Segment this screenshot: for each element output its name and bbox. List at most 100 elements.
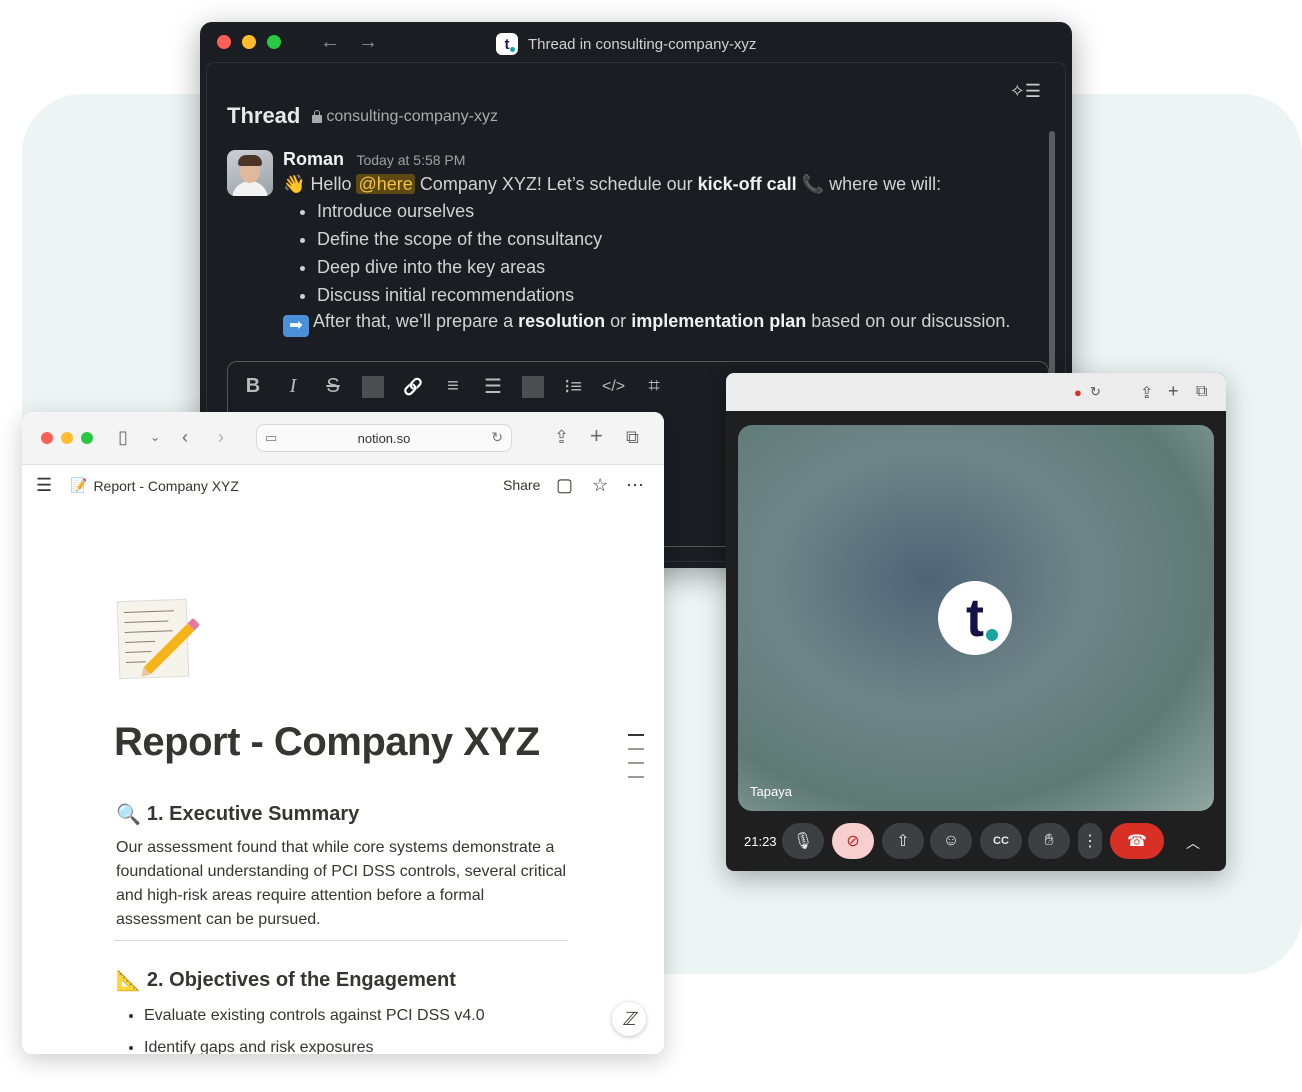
tabs-overview-icon[interactable]: ⧉ (626, 428, 639, 446)
arrow-emoji-icon: ➡ (283, 315, 309, 337)
microphone-button[interactable]: 🎙︎ (782, 823, 824, 859)
bullet-list: Introduce ourselves Define the scope of … (283, 197, 1043, 309)
table-of-contents[interactable] (628, 734, 644, 790)
url-text: notion.so (357, 431, 411, 446)
present-screen-button[interactable]: ⇧ (882, 823, 924, 859)
bold-text: implementation plan (631, 311, 807, 331)
message-line-1: 👋 Hello @here Company XYZ! Let’s schedul… (283, 174, 1043, 195)
message-time[interactable]: Today at 5:58 PM (356, 152, 465, 168)
star-icon[interactable]: ☆ (592, 476, 608, 494)
forward-arrow-icon[interactable]: → (358, 32, 378, 52)
maximize-window-button[interactable] (81, 432, 93, 444)
avatar[interactable] (227, 150, 273, 196)
code-icon[interactable]: </> (602, 378, 625, 396)
ai-assistant-button[interactable]: ℤ (612, 1002, 646, 1036)
back-icon[interactable]: ‹ (182, 428, 188, 446)
message-text: After that, we’ll prepare a (313, 311, 514, 331)
present-screen-icon: ⇧ (896, 833, 910, 850)
minimize-window-button[interactable] (242, 35, 256, 49)
video-call-window: ● ↻ ⇪ + ⧉ t Tapaya 21:23 🎙︎ ⊘ ⇧ ☺ CC ✋︎ … (726, 373, 1226, 871)
triangular-ruler-icon: 📐 (116, 970, 141, 992)
message-text: where we will: (829, 174, 942, 194)
section-heading-text: 1. Executive Summary (146, 803, 360, 825)
more-options-button[interactable]: ⋮ (1078, 823, 1102, 859)
camera-off-button[interactable]: ⊘ (832, 823, 874, 859)
message-text: Company XYZ! Let’s schedule our (419, 174, 693, 194)
thread-header: Thread consulting-company-xyz (227, 103, 498, 129)
comment-icon[interactable]: ▢ (556, 476, 573, 494)
new-tab-icon[interactable]: + (1168, 381, 1179, 402)
toolbar-divider (522, 375, 544, 398)
strikethrough-button[interactable]: S (322, 375, 344, 398)
back-arrow-icon[interactable]: ← (320, 32, 340, 52)
maximize-window-button[interactable] (267, 35, 281, 49)
list-item[interactable]: Evaluate existing controls against PCI D… (144, 1000, 485, 1032)
video-tile[interactable]: t Tapaya (738, 425, 1214, 811)
browser-toolbar: ▯ ⌄ ‹ › ▭ notion.so ↻ ⇪ + ⧉ (22, 412, 664, 465)
memo-icon: 📝 (70, 477, 88, 493)
captions-icon: CC (993, 835, 1009, 847)
reactions-button[interactable]: ☺ (930, 823, 972, 859)
ordered-list-icon[interactable]: ≡ (442, 375, 464, 398)
list-item: Deep dive into the key areas (317, 253, 1043, 281)
address-bar[interactable]: ▭ notion.so ↻ (256, 424, 512, 452)
share-icon[interactable]: ⇪ (554, 428, 569, 446)
chevron-down-icon[interactable]: ⌄ (150, 431, 160, 443)
tabs-overview-icon[interactable]: ⧉ (1196, 383, 1207, 401)
list-item: Discuss initial recommendations (317, 281, 1043, 309)
thread-title: Thread (227, 103, 301, 128)
share-icon[interactable]: ⇪ (1140, 383, 1153, 403)
author-name[interactable]: Roman (283, 149, 344, 169)
minimize-window-button[interactable] (61, 432, 73, 444)
paragraph[interactable]: Our assessment found that while core sys… (116, 836, 568, 932)
channel-name[interactable]: consulting-company-xyz (312, 108, 498, 126)
menu-icon[interactable]: ☰ (36, 476, 52, 494)
camera-off-icon: ⊘ (846, 833, 860, 850)
bold-button[interactable]: B (242, 375, 264, 398)
bullet-list: Evaluate existing controls against PCI D… (124, 1000, 485, 1054)
list-item: Introduce ourselves (317, 197, 1043, 225)
message-line-2: ➡ After that, we’ll prepare a resolution … (283, 311, 1043, 337)
app-logo-icon: t (496, 33, 518, 55)
share-button[interactable]: Share (503, 477, 540, 493)
captions-button[interactable]: CC (980, 823, 1022, 859)
wave-emoji-icon: 👋 (283, 174, 306, 194)
raise-hand-button[interactable]: ✋︎ (1028, 823, 1070, 859)
notion-topbar: ☰ 📝 Report - Company XYZ Share ▢ ☆ ⋯ (22, 464, 664, 506)
blockquote-icon[interactable]: ⁝≡ (562, 374, 584, 399)
section-heading[interactable]: 🔍 1. Executive Summary (116, 802, 359, 827)
more-horizontal-icon[interactable]: ⋯ (626, 476, 644, 494)
sidebar-toggle-icon[interactable]: ▯ (118, 428, 128, 446)
reload-icon[interactable]: ↻ (1090, 384, 1101, 400)
close-window-button[interactable] (41, 432, 53, 444)
call-controls: 21:23 🎙︎ ⊘ ⇧ ☺ CC ✋︎ ⋮ ☎ ︿ (726, 821, 1226, 861)
italic-button[interactable]: I (282, 375, 304, 398)
bold-text: kick-off call (697, 174, 797, 194)
browser-toolbar: ● ↻ ⇪ + ⧉ (726, 373, 1226, 411)
toolbar-divider (362, 375, 384, 398)
reload-icon[interactable]: ↻ (491, 429, 503, 446)
section-heading[interactable]: 📐 2. Objectives of the Engagement (116, 968, 456, 993)
page-title[interactable]: Report - Company XYZ (114, 720, 540, 765)
message-text: based on our discussion. (811, 311, 1011, 331)
window-title-text: Thread in consulting-company-xyz (528, 35, 757, 53)
forward-icon[interactable]: › (218, 428, 224, 446)
hello-text: Hello (310, 174, 352, 194)
new-tab-icon[interactable]: + (590, 425, 603, 447)
end-call-button[interactable]: ☎ (1110, 823, 1164, 859)
section-heading-text: 2. Objectives of the Engagement (146, 969, 456, 991)
breadcrumb[interactable]: 📝 Report - Company XYZ (70, 477, 239, 494)
hang-up-icon: ☎ (1127, 833, 1147, 850)
sparkle-list-icon[interactable]: ✧☰ (1010, 81, 1041, 102)
link-icon[interactable]: 🔗 (402, 377, 424, 397)
channel-label: consulting-company-xyz (326, 108, 498, 125)
code-block-icon[interactable]: ⌗ (643, 375, 665, 398)
magnifier-icon: 🔍 (116, 804, 141, 826)
bullet-list-icon[interactable]: ☰ (482, 374, 504, 399)
call-clock: 21:23 (744, 834, 777, 849)
chevron-up-icon[interactable]: ︿ (1186, 833, 1200, 853)
mention-here[interactable]: @here (356, 174, 415, 194)
list-item[interactable]: Identify gaps and risk exposures (144, 1032, 485, 1054)
message-text: or (610, 311, 627, 331)
close-window-button[interactable] (217, 35, 231, 49)
